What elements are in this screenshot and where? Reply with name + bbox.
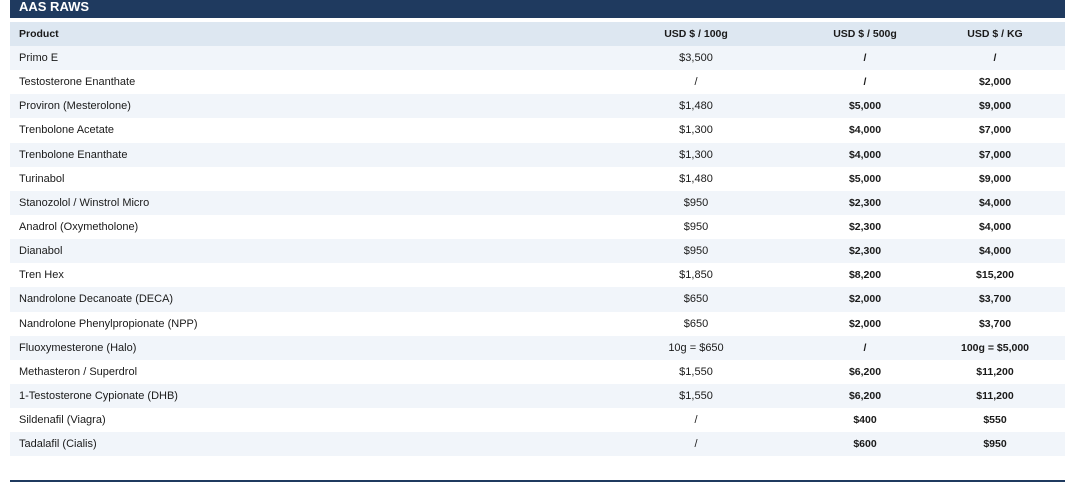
product-name-cell: Primo E xyxy=(10,46,587,71)
product-name-cell: Anadrol (Oxymetholone) xyxy=(10,214,587,240)
price-kg-cell: $4,000 xyxy=(925,214,1065,240)
product-name-cell: 1-Testosterone Cypionate (DHB) xyxy=(10,383,587,409)
product-name-cell: Trenbolone Enanthate xyxy=(10,142,587,167)
price-100g-cell: / xyxy=(587,408,805,433)
price-100g-cell: / xyxy=(587,432,805,457)
price-500g-cell: $2,000 xyxy=(805,311,925,336)
price-kg-cell: $2,000 xyxy=(925,70,1065,95)
price-kg-cell: $11,200 xyxy=(925,359,1065,384)
table-row: Sildenafil (Viagra) / $400 $550 xyxy=(10,408,1065,433)
price-100g-cell: $950 xyxy=(587,190,805,215)
price-500g-cell: $400 xyxy=(805,408,925,433)
price-500g-cell: $8,200 xyxy=(805,263,925,288)
price-100g-cell: $650 xyxy=(587,311,805,336)
table-row: Trenbolone Enanthate $1,300 $4,000 $7,000 xyxy=(10,142,1065,167)
price-500g-cell: $2,300 xyxy=(805,214,925,240)
table-row: Tadalafil (Cialis) / $600 $950 xyxy=(10,432,1065,457)
price-500g-cell: / xyxy=(805,70,925,95)
price-100g-cell: $1,300 xyxy=(587,118,805,143)
price-100g-cell: $1,300 xyxy=(587,142,805,167)
price-kg-cell: $15,200 xyxy=(925,263,1065,288)
price-100g-cell: / xyxy=(587,70,805,95)
price-500g-cell: $5,000 xyxy=(805,94,925,119)
price-100g-cell: $1,480 xyxy=(587,94,805,119)
price-500g-cell: $4,000 xyxy=(805,118,925,143)
price-kg-cell: $3,700 xyxy=(925,287,1065,312)
product-name-cell: Stanozolol / Winstrol Micro xyxy=(10,190,587,215)
price-kg-cell: $4,000 xyxy=(925,190,1065,215)
product-name-cell: Methasteron / Superdrol xyxy=(10,359,587,384)
price-kg-cell: $11,200 xyxy=(925,383,1065,409)
table-row: Nandrolone Phenylpropionate (NPP) $650 $2,… xyxy=(10,311,1065,336)
table-body: Primo E $3,500// Testosterone Enanthate / / $… xyxy=(10,46,1065,457)
product-name-cell: Proviron (Mesterolone) xyxy=(10,94,587,119)
price-100g-cell: $1,480 xyxy=(587,166,805,191)
price-100g-cell: $1,850 xyxy=(587,263,805,288)
table-row: Primo E $3,500// xyxy=(10,46,1065,71)
price-100g-cell: $1,550 xyxy=(587,359,805,384)
price-500g-cell: / xyxy=(805,46,925,71)
product-name-cell: Sildenafil (Viagra) xyxy=(10,408,587,433)
column-header-usd-500g: USD $ / 500g xyxy=(805,22,925,46)
product-name-cell: Turinabol xyxy=(10,166,587,191)
product-name-cell: Trenbolone Acetate xyxy=(10,118,587,143)
table-row: Proviron (Mesterolone) $1,480 $5,000 $9,000 xyxy=(10,94,1065,119)
price-kg-cell: $3,700 xyxy=(925,311,1065,336)
product-name-cell: Tadalafil (Cialis) xyxy=(10,432,587,457)
price-100g-cell: $3,500 xyxy=(587,46,805,71)
table-row: Trenbolone Acetate $1,300 $4,000 $7,000 xyxy=(10,118,1065,143)
column-header-product: Product xyxy=(10,22,587,46)
table-row: Turinabol $1,480 $5,000 $9,000 xyxy=(10,166,1065,191)
price-kg-cell: 100g = $5,000 xyxy=(925,335,1065,360)
price-500g-cell: $4,000 xyxy=(805,142,925,167)
price-kg-cell: $9,000 xyxy=(925,166,1065,191)
product-name-cell: Testosterone Enanthate xyxy=(10,70,587,95)
product-name-cell: Nandrolone Phenylpropionate (NPP) xyxy=(10,311,587,336)
table-row: Tren Hex $1,850 $8,200 $15,200 xyxy=(10,263,1065,288)
price-100g-cell: $950 xyxy=(587,239,805,264)
table-row: Nandrolone Decanoate (DECA) $650 $2,000 $3,… xyxy=(10,287,1065,312)
product-name-cell: Nandrolone Decanoate (DECA) xyxy=(10,287,587,312)
section-title: AAS RAWS xyxy=(10,0,1065,18)
product-name-cell: Tren Hex xyxy=(10,263,587,288)
column-header-usd-kg: USD $ / KG xyxy=(925,22,1065,46)
price-kg-cell: $4,000 xyxy=(925,239,1065,264)
table-row: 1-Testosterone Cypionate (DHB) $1,550 $6,2… xyxy=(10,383,1065,409)
product-name-cell: Fluoxymesterone (Halo) xyxy=(10,335,587,360)
product-name-cell: Dianabol xyxy=(10,239,587,264)
table-row: Methasteron / Superdrol $1,550 $6,200 $11,2… xyxy=(10,359,1065,384)
price-100g-cell: $950 xyxy=(587,214,805,240)
price-100g-cell: 10g = $650 xyxy=(587,335,805,360)
price-500g-cell: $6,200 xyxy=(805,383,925,409)
price-kg-cell: $7,000 xyxy=(925,118,1065,143)
price-500g-cell: $5,000 xyxy=(805,166,925,191)
price-500g-cell: $6,200 xyxy=(805,359,925,384)
table-row: Stanozolol / Winstrol Micro $950 $2,300 $4,… xyxy=(10,190,1065,215)
price-500g-cell: $2,000 xyxy=(805,287,925,312)
price-500g-cell: $2,300 xyxy=(805,190,925,215)
price-kg-cell: $550 xyxy=(925,408,1065,433)
price-table: Product USD $ / 100g USD $ / 500g USD $ … xyxy=(10,22,1065,457)
table-row: Fluoxymesterone (Halo) 10g = $650/100g = … xyxy=(10,335,1065,360)
bottom-divider xyxy=(10,480,1065,482)
price-500g-cell: $600 xyxy=(805,432,925,457)
price-100g-cell: $1,550 xyxy=(587,383,805,409)
table-row: Anadrol (Oxymetholone) $950 $2,300 $4,000 xyxy=(10,214,1065,240)
price-kg-cell: / xyxy=(925,46,1065,71)
price-kg-cell: $950 xyxy=(925,432,1065,457)
price-kg-cell: $7,000 xyxy=(925,142,1065,167)
table-row: Dianabol $950 $2,300 $4,000 xyxy=(10,239,1065,264)
table-row: Testosterone Enanthate / / $2,000 xyxy=(10,70,1065,95)
column-header-usd-100g: USD $ / 100g xyxy=(587,22,805,46)
table-header-row: Product USD $ / 100g USD $ / 500g USD $ … xyxy=(10,22,1065,46)
price-100g-cell: $650 xyxy=(587,287,805,312)
price-500g-cell: $2,300 xyxy=(805,239,925,264)
price-kg-cell: $9,000 xyxy=(925,94,1065,119)
price-500g-cell: / xyxy=(805,335,925,360)
